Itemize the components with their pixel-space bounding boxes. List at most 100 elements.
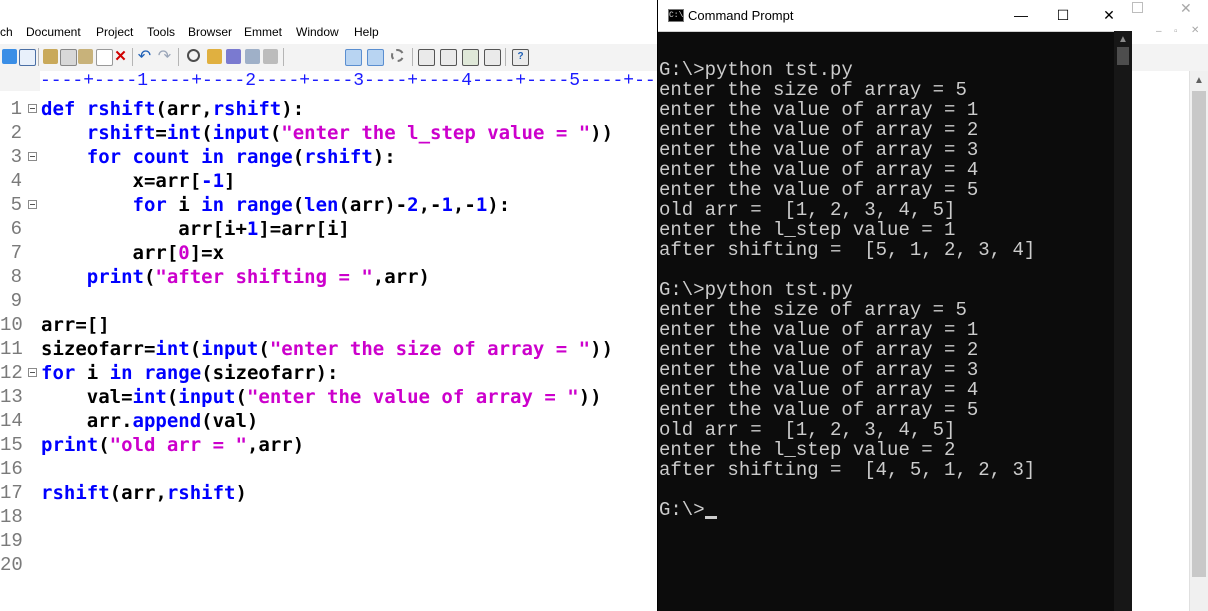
menu-emmet[interactable]: Emmet xyxy=(244,25,282,39)
gear-icon[interactable] xyxy=(391,49,404,62)
copy-icon[interactable] xyxy=(60,49,77,66)
code-line[interactable]: sizeofarr=int(input("enter the size of a… xyxy=(41,337,613,361)
code-line[interactable]: arr=[] xyxy=(41,313,110,337)
scroll-up-icon[interactable]: ▲ xyxy=(1194,75,1204,86)
menu-project[interactable]: Project xyxy=(96,25,133,39)
code-token: (arr, xyxy=(109,482,167,504)
close-button[interactable]: ✕ xyxy=(1086,0,1132,31)
cmd-vertical-scrollbar[interactable]: ▲ xyxy=(1114,31,1132,611)
code-token: 1 xyxy=(475,194,488,216)
code-token: ,- xyxy=(418,194,442,216)
code-token: -1 xyxy=(201,170,225,192)
code-line[interactable]: rshift=int(input("enter the l_step value… xyxy=(41,121,613,145)
code-line[interactable]: x=arr[-1] xyxy=(41,169,236,193)
console-line: G:\> xyxy=(659,499,705,521)
replace-icon[interactable] xyxy=(207,49,222,64)
document-icon[interactable] xyxy=(96,49,113,66)
code-token: range xyxy=(235,194,293,216)
code-token: int xyxy=(132,386,167,408)
fold-toggle-icon[interactable] xyxy=(28,368,37,377)
code-line[interactable]: val=int(input("enter the value of array … xyxy=(41,385,602,409)
fold-toggle-icon[interactable] xyxy=(28,104,37,113)
code-token: ( xyxy=(189,338,202,360)
numbers-icon[interactable] xyxy=(263,49,278,64)
menu-tools[interactable]: Tools xyxy=(147,25,175,39)
undo-icon[interactable]: ↶ xyxy=(137,49,152,65)
menu-browser[interactable]: Browser xyxy=(188,25,232,39)
show-blocks-icon[interactable] xyxy=(345,49,362,66)
scrollbar-thumb[interactable] xyxy=(1117,47,1129,65)
cmd-title-bar[interactable]: C:\ Command Prompt — ☐ ✕ xyxy=(658,0,1132,32)
line-number: 17 xyxy=(0,482,23,504)
code-line[interactable]: arr.append(val) xyxy=(41,409,259,433)
console-line: enter the value of array = 1 xyxy=(659,99,979,121)
panel-icon[interactable] xyxy=(418,49,435,66)
code-token: def xyxy=(41,98,87,120)
output-icon[interactable] xyxy=(462,49,479,66)
code-line[interactable]: rshift(arr,rshift) xyxy=(41,481,247,505)
code-line[interactable]: for i in range(sizeofarr): xyxy=(41,361,338,385)
code-token: print xyxy=(41,434,99,456)
font-size-icon[interactable] xyxy=(287,49,302,64)
window-icon[interactable] xyxy=(484,49,501,66)
editor-vertical-scrollbar[interactable]: ▲ xyxy=(1189,71,1208,611)
code-token: 1 xyxy=(441,194,453,216)
code-token: 1 xyxy=(246,218,259,240)
toolbar-separator xyxy=(412,48,413,66)
code-token: ): xyxy=(281,98,305,120)
code-line[interactable]: print("after shifting = ",arr) xyxy=(41,265,430,289)
tag-icon[interactable] xyxy=(19,49,36,66)
cmd-console-output[interactable]: G:\>python tst.py enter the size of array… xyxy=(658,31,1113,611)
paste-icon[interactable] xyxy=(78,49,93,64)
console-line: enter the value of array = 3 xyxy=(659,139,979,161)
web-icon[interactable] xyxy=(328,49,343,64)
code-token: input xyxy=(212,122,270,144)
restore-icon[interactable]: ▫ xyxy=(1174,26,1178,37)
console-line: enter the l_step value = 2 xyxy=(659,439,956,461)
code-line[interactable]: for count in range(rshift): xyxy=(41,145,396,169)
code-token: count xyxy=(132,146,202,168)
cmd-window-icon: C:\ xyxy=(668,9,684,22)
code-token: arr. xyxy=(41,410,133,432)
fold-toggle-icon[interactable] xyxy=(28,200,37,209)
console-line: enter the value of array = 5 xyxy=(659,399,979,421)
code-line[interactable]: for i in range(len(arr)-2,-1,-1): xyxy=(41,193,511,217)
menu-document[interactable]: Document xyxy=(26,25,81,39)
code-editor[interactable]: def rshift(arr,rshift): rshift=int(input… xyxy=(41,97,661,611)
code-token: arr[i+ xyxy=(41,218,247,240)
cut-icon[interactable] xyxy=(43,49,58,64)
code-token: sizeofarr= xyxy=(41,338,156,360)
close-icon[interactable]: ✕ xyxy=(113,49,128,64)
menu-search[interactable]: ch xyxy=(0,25,13,39)
hx-icon[interactable] xyxy=(305,49,320,64)
menu-help[interactable]: Help xyxy=(354,25,379,39)
fold-toggle-icon[interactable] xyxy=(28,152,37,161)
help-icon[interactable]: ? xyxy=(512,49,529,66)
line-number: 3 xyxy=(10,146,22,168)
minimize-icon[interactable]: – xyxy=(1156,26,1162,37)
maximize-button[interactable]: ☐ xyxy=(1040,0,1086,31)
code-token: ( xyxy=(98,434,110,456)
code-line[interactable]: arr[0]=x xyxy=(41,241,225,265)
line-number: 13 xyxy=(0,386,23,408)
code-token: rshift xyxy=(166,482,236,504)
close-icon[interactable]: ✕ xyxy=(1180,0,1192,17)
close-icon[interactable]: ✕ xyxy=(1191,25,1199,36)
menu-window[interactable]: Window xyxy=(296,25,339,39)
code-line[interactable]: print("old arr = ",arr) xyxy=(41,433,304,457)
scrollbar-thumb[interactable] xyxy=(1192,91,1206,577)
scroll-up-icon[interactable]: ▲ xyxy=(1118,34,1128,45)
line-number: 8 xyxy=(10,266,22,288)
abc-icon[interactable] xyxy=(367,49,384,66)
restore-icon[interactable] xyxy=(1132,2,1143,13)
indent-icon[interactable] xyxy=(245,49,260,64)
code-line[interactable]: def rshift(arr,rshift): xyxy=(41,97,304,121)
panel-left-icon[interactable] xyxy=(440,49,457,66)
minimize-button[interactable]: — xyxy=(998,0,1044,31)
replace-all-icon[interactable] xyxy=(226,49,241,64)
redo-icon[interactable]: ↷ xyxy=(157,49,172,65)
code-line[interactable]: arr[i+1]=arr[i] xyxy=(41,217,350,241)
wrap-icon[interactable] xyxy=(2,49,17,64)
console-line: enter the value of array = 5 xyxy=(659,179,979,201)
find-icon[interactable] xyxy=(187,49,200,62)
